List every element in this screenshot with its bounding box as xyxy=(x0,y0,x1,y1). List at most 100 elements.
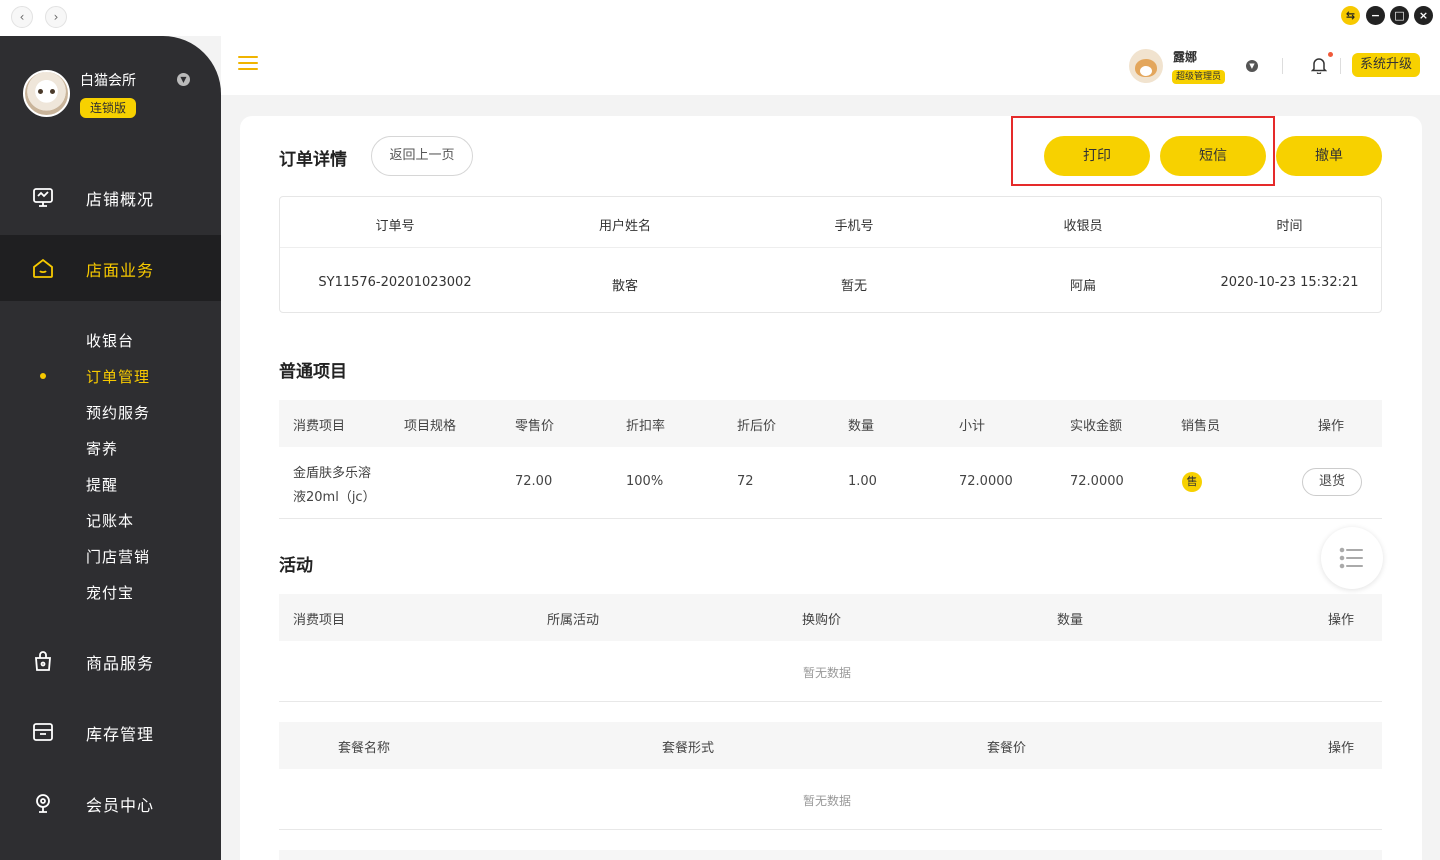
column-header: 时间 xyxy=(1276,219,1303,234)
brand-name: 白猫会所 xyxy=(80,73,136,89)
sidebar: 白猫会所 ▼ 连锁版 店铺概况 店面业务 收银台 订单管理 预约服务 寄养 提醒… xyxy=(0,36,221,860)
column-header: 套餐价 xyxy=(987,741,1027,756)
close-icon[interactable]: × xyxy=(1414,6,1433,25)
column-header: 折扣率 xyxy=(626,419,666,434)
column-header: 实收金额 xyxy=(1070,419,1123,434)
discounted-price: 72 xyxy=(737,474,754,489)
column-header: 数量 xyxy=(848,419,875,434)
notification-dot xyxy=(1328,52,1333,57)
sub-item-orders[interactable]: 订单管理 xyxy=(86,366,150,387)
menu-icon[interactable] xyxy=(238,56,258,72)
column-header: 消费项目 xyxy=(293,419,346,434)
item-name-line1: 金盾肤多乐溶 xyxy=(293,466,372,481)
column-header: 消费项目 xyxy=(293,613,346,628)
column-header: 所属活动 xyxy=(547,613,600,628)
member-icon xyxy=(36,794,50,813)
nav-label: 会员中心 xyxy=(86,796,155,815)
customer-name: 散客 xyxy=(611,279,638,294)
table-header xyxy=(279,722,1382,769)
empty-state: 暂无数据 xyxy=(803,666,852,680)
nav-item-goods[interactable]: 商品服务 xyxy=(0,628,221,694)
monitor-icon xyxy=(33,188,53,207)
back-button[interactable]: 返回上一页 xyxy=(371,136,473,176)
sub-item-marketing[interactable]: 门店营销 xyxy=(86,546,150,567)
top-header: 露娜 超级管理员 ▼ 系统升级 xyxy=(221,36,1440,95)
order-detail-card: 订单详情 返回上一页 打印 短信 撤单 订单号 用户姓名 手机号 收银员 时间 … xyxy=(240,116,1422,860)
nav-item-overview[interactable]: 店铺概况 xyxy=(0,164,221,230)
back-arrow-icon[interactable]: ‹ xyxy=(11,6,33,28)
nav-item-inventory[interactable]: 库存管理 xyxy=(0,699,221,765)
role-badge: 超级管理员 xyxy=(1172,70,1226,84)
section-title-normal: 普通项目 xyxy=(279,362,347,382)
bell-icon[interactable] xyxy=(1311,57,1327,74)
column-header: 项目规格 xyxy=(404,419,457,434)
sub-item-booking[interactable]: 预约服务 xyxy=(86,402,150,423)
column-header: 折后价 xyxy=(737,419,777,434)
column-header: 操作 xyxy=(1328,741,1355,756)
column-header: 数量 xyxy=(1057,613,1084,628)
sms-button[interactable]: 短信 xyxy=(1160,136,1266,176)
window-titlebar: ‹ › ⇆ − □ × xyxy=(0,0,1440,36)
sub-item-cashier[interactable]: 收银台 xyxy=(86,330,134,351)
row-divider xyxy=(279,701,1382,702)
column-header: 操作 xyxy=(1328,613,1355,628)
sub-item-ledger[interactable]: 记账本 xyxy=(86,510,134,531)
archive-icon xyxy=(33,723,53,741)
nav-label: 店面业务 xyxy=(86,261,155,280)
upgrade-button[interactable]: 系统升级 xyxy=(1352,53,1420,77)
item-name-line2: 液20ml（jc） xyxy=(293,490,376,505)
column-header: 零售价 xyxy=(515,419,555,434)
cancel-order-button[interactable]: 撤单 xyxy=(1276,136,1382,176)
sub-item-petpay[interactable]: 宠付宝 xyxy=(86,582,134,603)
divider xyxy=(1340,58,1341,74)
order-time: 2020-10-23 15:32:21 xyxy=(1220,275,1359,290)
phone: 暂无 xyxy=(840,279,867,294)
table-header xyxy=(279,850,1382,860)
cashier: 阿扁 xyxy=(1069,279,1096,294)
brand-avatar xyxy=(23,70,70,117)
subtotal: 72.0000 xyxy=(959,474,1013,489)
order-number: SY11576-20201023002 xyxy=(318,275,472,290)
retail-price: 72.00 xyxy=(515,474,553,489)
row-divider xyxy=(279,518,1382,519)
float-list-button[interactable] xyxy=(1321,527,1383,589)
minimize-icon[interactable]: − xyxy=(1366,6,1385,25)
print-button[interactable]: 打印 xyxy=(1044,136,1150,176)
column-header: 手机号 xyxy=(834,219,874,234)
page-title: 订单详情 xyxy=(279,150,347,170)
chevron-down-icon[interactable]: ▼ xyxy=(1246,60,1258,72)
nav-item-member[interactable]: 会员中心 xyxy=(0,770,221,836)
maximize-icon[interactable]: □ xyxy=(1390,6,1409,25)
column-header: 套餐名称 xyxy=(338,741,391,756)
user-avatar[interactable] xyxy=(1129,49,1163,83)
seller-badge[interactable]: 售 xyxy=(1182,472,1202,492)
divider xyxy=(1282,58,1283,74)
nav-label: 商品服务 xyxy=(86,654,155,673)
nav-item-store[interactable]: 店面业务 xyxy=(0,235,221,301)
switch-icon[interactable]: ⇆ xyxy=(1341,6,1360,25)
forward-arrow-icon[interactable]: › xyxy=(45,6,67,28)
chevron-down-icon[interactable]: ▼ xyxy=(177,73,190,86)
bag-icon xyxy=(35,651,51,671)
row-divider xyxy=(279,829,1382,830)
order-info-table: 订单号 用户姓名 手机号 收银员 时间 SY11576-20201023002 … xyxy=(279,196,1382,313)
quantity: 1.00 xyxy=(848,474,877,489)
brand-badge: 连锁版 xyxy=(80,98,137,118)
active-dot xyxy=(40,373,46,379)
sub-item-reminder[interactable]: 提醒 xyxy=(86,474,118,495)
section-title-activity: 活动 xyxy=(279,556,313,576)
column-header: 换购价 xyxy=(802,613,842,628)
list-icon xyxy=(1339,547,1363,569)
sub-item-boarding[interactable]: 寄养 xyxy=(86,438,118,459)
column-header: 订单号 xyxy=(375,219,415,234)
column-header: 小计 xyxy=(959,419,986,434)
column-header: 操作 xyxy=(1318,419,1345,434)
nav-label: 库存管理 xyxy=(86,725,155,744)
home-icon xyxy=(33,258,53,278)
received-amount: 72.0000 xyxy=(1070,474,1124,489)
return-button[interactable]: 退货 xyxy=(1302,468,1362,496)
nav-label: 店铺概况 xyxy=(86,190,155,209)
discount-rate: 100% xyxy=(626,474,664,489)
column-header: 销售员 xyxy=(1181,419,1221,434)
column-header: 套餐形式 xyxy=(662,741,715,756)
